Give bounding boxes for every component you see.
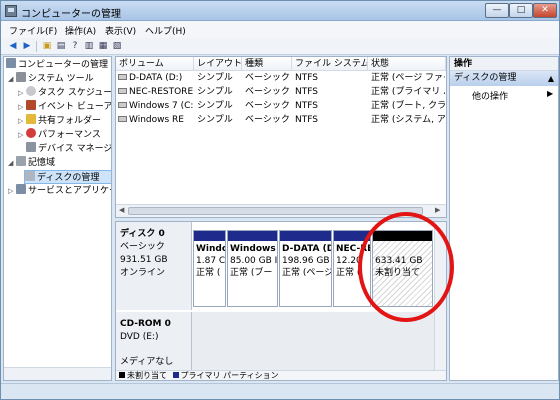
system-tools-icon — [16, 72, 26, 82]
legend-swatch-primary — [172, 372, 179, 378]
expand-arrow-icon[interactable]: ◢ — [8, 156, 16, 170]
show-hide-tree-icon[interactable]: ▤ — [55, 41, 67, 52]
cdrom0-name: CD-ROM 0 — [120, 319, 171, 329]
maximize-button[interactable]: □ — [509, 3, 533, 18]
actions-section-disk-management[interactable]: ディスクの管理 ▲ — [450, 71, 558, 86]
forward-arrow-icon[interactable]: ▶ — [21, 41, 33, 52]
close-button[interactable]: ✕ — [533, 3, 557, 18]
connect-icon[interactable]: ▦ — [97, 41, 109, 52]
tree-horizontal-scrollbar[interactable] — [4, 367, 111, 380]
expand-arrow-icon[interactable]: ◢ — [8, 72, 16, 86]
menu-bar: ファイル(F) 操作(A) 表示(V) ヘルプ(H) — [1, 21, 559, 38]
volume-row[interactable]: NEC-RESTORE シンプル ベーシック NTFS 正常 (プライマリ パ — [116, 85, 446, 99]
partition-nec-restore[interactable]: NEC-RE 12.20 正常 ( — [333, 230, 371, 307]
menu-help[interactable]: ヘルプ(H) — [145, 24, 186, 37]
partition-legend: 未割り当て プライマリ パーティション — [116, 370, 446, 380]
tree-item-computer-management[interactable]: コンピューターの管理 ( — [6, 58, 111, 72]
column-header-layout[interactable]: レイアウト — [194, 57, 242, 71]
legend-swatch-unallocated — [119, 372, 125, 378]
status-bar — [1, 383, 559, 399]
column-header-type[interactable]: 種類 — [242, 57, 292, 71]
scroll-right-icon[interactable]: ▶ — [435, 206, 440, 214]
actions-pane: 操作 ディスクの管理 ▲ 他の操作 ▶ — [449, 56, 559, 381]
cdrom0-area[interactable] — [192, 312, 446, 370]
computer-management-window: コンピューターの管理 — □ ✕ ファイル(F) 操作(A) 表示(V) ヘルプ… — [0, 0, 560, 400]
tree-item-storage[interactable]: ◢ 記憶域 — [8, 156, 55, 170]
disk0-name: ディスク 0 — [120, 229, 165, 239]
actions-header: 操作 — [450, 57, 558, 71]
menu-view[interactable]: 表示(V) — [105, 24, 136, 37]
window-title: コンピューターの管理 — [21, 9, 121, 20]
tree-item-services-apps[interactable]: ▷ サービスとアプリケー — [8, 184, 111, 198]
help-icon[interactable]: ? — [69, 41, 81, 52]
tree-item-performance[interactable]: ▷ パフォーマンス — [18, 128, 101, 142]
expand-arrow-icon[interactable]: ▷ — [18, 114, 26, 128]
computer-management-icon — [6, 58, 16, 68]
tree-item-device-manager[interactable]: デバイス マネージ — [26, 142, 111, 156]
expand-arrow-icon[interactable]: ▷ — [18, 86, 26, 100]
disk0-label[interactable]: ディスク 0 ベーシック 931.51 GB オンライン — [116, 222, 192, 310]
scroll-left-icon[interactable]: ◀ — [119, 206, 124, 214]
title-bar: コンピューターの管理 — □ ✕ — [1, 1, 559, 21]
console-tree: コンピューターの管理 ( ◢ システム ツール ▷ タスク スケジュー ▷ イベント … — [3, 56, 112, 381]
column-header-filesystem[interactable]: ファイル システム — [292, 57, 368, 71]
partition-unallocated[interactable]: 633.41 GB 未割り当て — [372, 230, 433, 307]
back-arrow-icon[interactable]: ◀ — [7, 41, 19, 52]
volume-row[interactable]: Windows 7 (C:) シンプル ベーシック NTFS 正常 (ブート, … — [116, 99, 446, 113]
volume-list: ボリューム レイアウト 種類 ファイル システム 状態 D-DATA (D:) … — [115, 56, 447, 218]
tree-item-event-viewer[interactable]: ▷ イベント ビューア — [18, 100, 111, 114]
task-scheduler-icon — [26, 86, 36, 96]
export-list-icon[interactable]: ▧ — [111, 41, 123, 52]
tree-item-task-scheduler[interactable]: ▷ タスク スケジュー — [18, 86, 111, 100]
menu-file[interactable]: ファイル(F) — [9, 24, 57, 37]
tree-item-system-tools[interactable]: ◢ システム ツール — [8, 72, 94, 86]
volume-icon — [118, 88, 127, 94]
expand-arrow-icon[interactable]: ▷ — [18, 100, 26, 114]
cdrom0-drive: DVD (E:) — [120, 332, 159, 342]
toolbar-separator — [36, 41, 37, 52]
shared-folder-icon — [26, 114, 36, 124]
minimize-button[interactable]: — — [485, 3, 509, 18]
menu-action[interactable]: 操作(A) — [65, 24, 96, 37]
computer-management-icon — [5, 5, 17, 17]
volume-icon — [118, 116, 127, 122]
collapse-arrow-icon[interactable]: ▲ — [548, 71, 554, 86]
storage-icon — [16, 156, 26, 166]
partition-windows-c[interactable]: Windows 85.00 GB I 正常 (ブー — [227, 230, 278, 307]
event-viewer-icon — [26, 100, 36, 110]
tree-item-shared-folders[interactable]: ▷ 共有フォルダー — [18, 114, 101, 128]
disk0-type: ベーシック — [120, 242, 165, 252]
toolbar: ◀ ▶ ▣ ▤ ? ▥ ▦ ▧ — [1, 38, 559, 55]
volume-horizontal-scrollbar[interactable]: ◀ ▶ — [116, 204, 446, 217]
disk0-status: オンライン — [120, 268, 166, 278]
up-folder-icon[interactable]: ▣ — [41, 41, 53, 52]
volume-icon — [118, 74, 127, 80]
partition-windows-re[interactable]: Windo 1.87 C 正常 ( — [193, 230, 226, 307]
disk-management-icon — [25, 171, 35, 181]
scrollbar-thumb[interactable] — [128, 207, 423, 215]
volume-icon — [118, 102, 127, 108]
performance-icon — [26, 128, 36, 138]
services-apps-icon — [16, 184, 26, 194]
device-manager-icon — [26, 142, 36, 152]
volume-row[interactable]: Windows RE シンプル ベーシック NTFS 正常 (システム, アク — [116, 113, 446, 127]
tree-item-disk-management[interactable]: ディスクの管理 — [24, 170, 111, 184]
column-header-volume[interactable]: ボリューム — [116, 57, 194, 71]
more-actions-link[interactable]: 他の操作 — [472, 89, 508, 102]
disk0-size: 931.51 GB — [120, 255, 168, 265]
cdrom0-label[interactable]: CD-ROM 0 DVD (E:) メディアなし — [116, 312, 192, 370]
cdrom0-media: メディアなし — [120, 357, 174, 367]
disk-graphical-view: ディスク 0 ベーシック 931.51 GB オンライン Windo 1.87 … — [115, 221, 447, 381]
volume-row[interactable]: D-DATA (D:) シンプル ベーシック NTFS 正常 (ページ ファイ — [116, 71, 446, 85]
column-header-status[interactable]: 状態 — [368, 57, 446, 71]
expand-arrow-icon[interactable]: ▷ — [18, 128, 26, 142]
submenu-arrow-icon[interactable]: ▶ — [547, 89, 553, 98]
expand-arrow-icon[interactable]: ▷ — [8, 184, 16, 198]
properties-icon[interactable]: ▥ — [83, 41, 95, 52]
partition-d-data[interactable]: D-DATA (D 198.96 GB 正常 (ページ — [279, 230, 332, 307]
disk-vertical-scrollbar[interactable] — [434, 222, 446, 370]
